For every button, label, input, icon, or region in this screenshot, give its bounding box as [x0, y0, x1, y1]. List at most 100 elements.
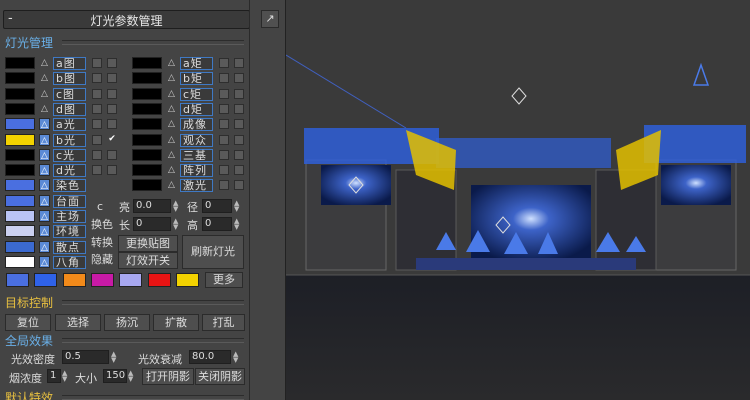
color-swatch[interactable] [5, 194, 35, 207]
triangle-icon[interactable]: △ [39, 133, 50, 146]
smoke-spinner[interactable]: 1 ▲ ▼ [47, 369, 67, 383]
spinner-arrows-icon[interactable]: ▲ ▼ [234, 218, 242, 231]
sweep-button[interactable]: 扬沉 [104, 314, 150, 331]
triangle-icon[interactable]: △ [166, 149, 177, 161]
light-label-4[interactable]: a光 [53, 118, 86, 132]
color-swatch[interactable] [132, 87, 162, 100]
more-button[interactable]: 更多 [205, 272, 243, 288]
triangle-icon[interactable]: △ [39, 255, 50, 268]
palette-swatch[interactable] [62, 273, 86, 287]
spinner-arrows-icon[interactable]: ▲ ▼ [234, 200, 242, 213]
color-swatch[interactable] [5, 240, 35, 253]
color-swatch[interactable] [5, 72, 35, 85]
color-swatch[interactable] [5, 87, 35, 100]
light-label-2[interactable]: c图 [53, 87, 86, 101]
color-swatch[interactable] [5, 148, 35, 161]
palette-swatch[interactable] [90, 273, 114, 287]
color-swatch[interactable] [5, 133, 35, 146]
light-label-right-4[interactable]: 成像 [180, 118, 213, 132]
triangle-icon[interactable]: △ [39, 164, 50, 177]
triangle-icon[interactable]: △ [166, 88, 177, 100]
swap-map-button[interactable]: 更换贴图 [118, 235, 178, 252]
light-checkbox[interactable] [107, 103, 117, 114]
light-checkbox[interactable] [234, 149, 244, 160]
light-label-right-5[interactable]: 观众 [180, 133, 213, 147]
triangle-icon[interactable]: △ [39, 194, 50, 207]
color-swatch[interactable] [5, 179, 35, 192]
bright-spinner[interactable]: 0.0 ▲ ▼ [133, 199, 178, 213]
triangle-icon[interactable]: △ [166, 134, 177, 146]
triangle-icon[interactable]: △ [39, 225, 50, 238]
height-spinner[interactable]: 0 ▲ ▼ [202, 217, 239, 231]
light-label-right-7[interactable]: 阵列 [180, 164, 213, 178]
spinner-arrows-icon[interactable]: ▲ ▼ [233, 351, 241, 364]
light-label-6[interactable]: c光 [53, 148, 86, 162]
decay-spinner[interactable]: 80.0 ▲ ▼ [189, 350, 238, 364]
color-swatch[interactable] [5, 255, 35, 268]
light-checkbox[interactable] [107, 119, 117, 130]
length-spinner[interactable]: 0 ▲ ▼ [133, 217, 178, 231]
triangle-icon[interactable]: △ [39, 179, 50, 192]
color-swatch[interactable] [132, 118, 162, 131]
light-label-0[interactable]: a图 [53, 57, 86, 70]
light-checkbox[interactable] [219, 58, 229, 68]
color-swatch[interactable] [132, 164, 162, 177]
triangle-icon[interactable]: △ [166, 118, 177, 130]
check-icon[interactable]: ✔ [107, 134, 117, 145]
light-checkbox[interactable] [107, 58, 117, 68]
color-swatch[interactable] [132, 148, 162, 161]
light-checkbox[interactable] [234, 103, 244, 114]
color-swatch[interactable] [132, 133, 162, 146]
triangle-icon[interactable]: △ [166, 103, 177, 115]
change-color-button[interactable]: 换色 [88, 217, 116, 234]
shadow-on-button[interactable]: 打开阴影 [142, 368, 194, 385]
light-checkbox[interactable] [107, 88, 117, 99]
light-label-right-0[interactable]: a矩 [180, 57, 213, 70]
light-label-right-1[interactable]: b矩 [180, 72, 213, 86]
refresh-lights-button[interactable]: 刷新灯光 [182, 235, 244, 269]
light-checkbox[interactable] [92, 119, 102, 130]
spinner-arrows-icon[interactable]: ▲ ▼ [128, 370, 136, 383]
palette-swatch[interactable] [175, 273, 199, 287]
palette-swatch[interactable] [34, 273, 58, 287]
triangle-icon[interactable]: △ [39, 103, 50, 115]
convert-button[interactable]: 转换 [88, 235, 116, 252]
light-label-right-3[interactable]: d矩 [180, 102, 213, 116]
select-button[interactable]: 选择 [55, 314, 101, 331]
color-swatch[interactable] [132, 179, 162, 192]
light-checkbox[interactable] [219, 134, 229, 145]
triangle-icon[interactable]: △ [39, 148, 50, 161]
light-label-right-2[interactable]: c矩 [180, 87, 213, 101]
light-checkbox[interactable] [234, 58, 244, 68]
triangle-icon[interactable]: △ [166, 179, 177, 191]
light-checkbox[interactable] [234, 73, 244, 84]
triangle-icon[interactable]: △ [39, 210, 50, 222]
light-checkbox[interactable] [234, 180, 244, 191]
pin-icon[interactable]: ↗ [261, 10, 279, 28]
color-swatch[interactable] [132, 72, 162, 85]
rollout-header[interactable]: - 灯光参数管理 [3, 10, 249, 29]
density-spinner[interactable]: 0.5 ▲ ▼ [62, 350, 116, 364]
light-checkbox[interactable] [107, 165, 117, 176]
light-checkbox[interactable] [219, 165, 229, 176]
triangle-icon[interactable]: △ [39, 240, 50, 253]
light-checkbox[interactable] [107, 149, 117, 160]
color-swatch[interactable] [5, 164, 35, 177]
light-checkbox[interactable] [92, 149, 102, 160]
shuffle-button[interactable]: 打乱 [202, 314, 245, 331]
light-label-1[interactable]: b图 [53, 72, 86, 86]
light-checkbox[interactable] [92, 58, 102, 68]
size-spinner[interactable]: 150 ▲ ▼ [103, 369, 133, 383]
light-label-right-6[interactable]: 三基 [180, 148, 213, 162]
light-label-12[interactable]: 散点 [53, 240, 86, 254]
light-label-13[interactable]: 八角 [53, 255, 86, 269]
light-label-right-8[interactable]: 激光 [180, 179, 213, 193]
triangle-icon[interactable]: △ [166, 164, 177, 176]
shadow-off-button[interactable]: 关闭阴影 [195, 368, 245, 385]
light-checkbox[interactable] [92, 103, 102, 114]
hide-button[interactable]: 隐藏 [88, 252, 116, 269]
light-label-7[interactable]: d光 [53, 164, 86, 178]
spinner-arrows-icon[interactable]: ▲ ▼ [173, 218, 181, 231]
triangle-icon[interactable]: △ [166, 57, 177, 69]
palette-swatch[interactable] [147, 273, 171, 287]
